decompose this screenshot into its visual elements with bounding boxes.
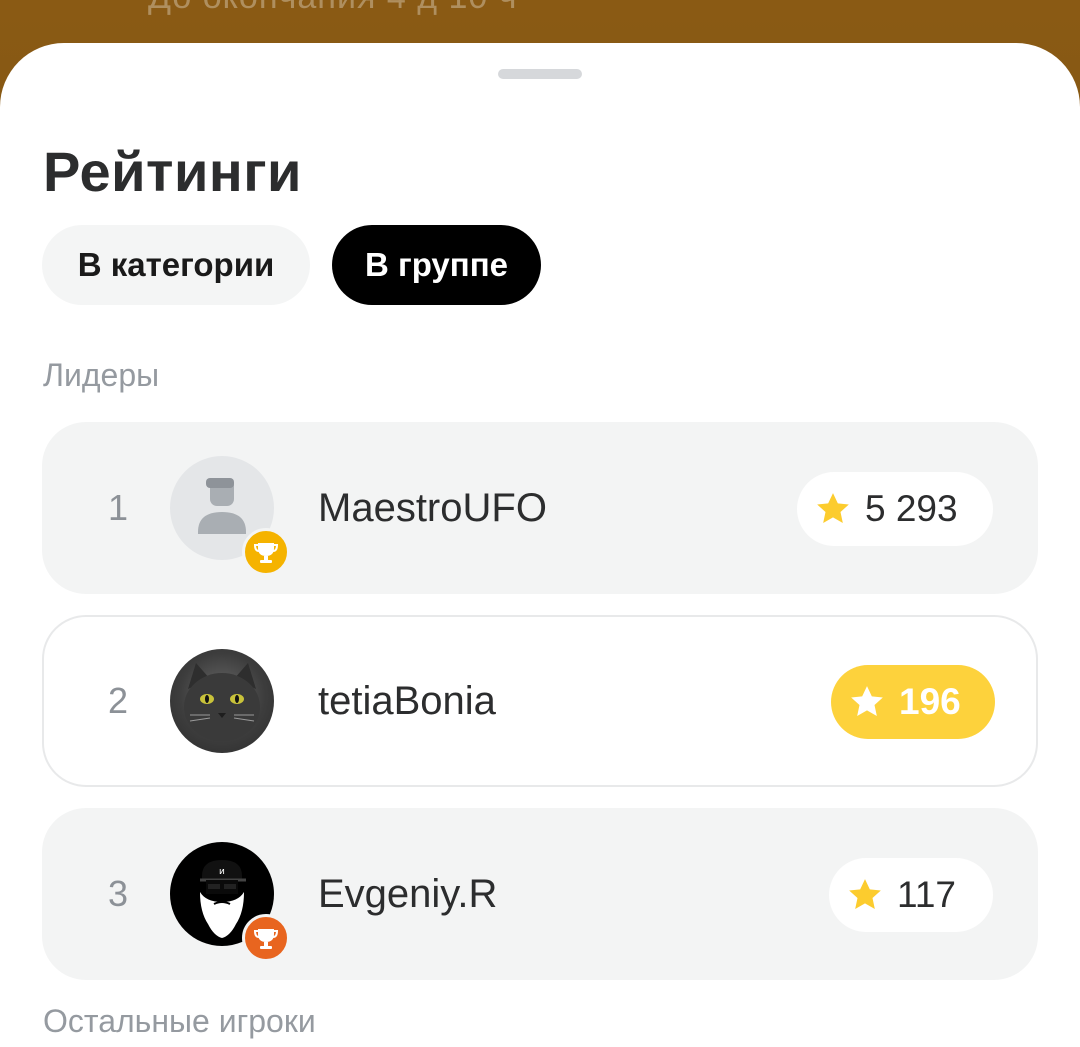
star-icon bbox=[817, 493, 849, 523]
score-badge: 196 bbox=[831, 665, 995, 739]
tab-group[interactable]: В группе bbox=[332, 225, 541, 305]
leader-row[interactable]: 3 и Evgeniy.R 117 bbox=[42, 808, 1038, 980]
player-name: MaestroUFO bbox=[318, 486, 547, 530]
score-value: 196 bbox=[899, 681, 961, 722]
player-name: Evgeniy.R bbox=[318, 872, 498, 916]
star-icon bbox=[849, 879, 881, 909]
cat-photo-icon bbox=[184, 663, 260, 741]
svg-text:и: и bbox=[219, 867, 225, 877]
leader-row-current-user[interactable]: 2 tetiaBonia 196 bbox=[42, 615, 1038, 787]
ratings-bottom-sheet: Рейтинги В категории В группе Лидеры 1 M… bbox=[0, 43, 1080, 1047]
tab-category[interactable]: В категории bbox=[42, 225, 310, 305]
avatar bbox=[170, 649, 274, 753]
leader-row[interactable]: 1 MaestroUFO 5 293 bbox=[42, 422, 1038, 594]
score-value: 117 bbox=[897, 874, 956, 915]
score-value: 5 293 bbox=[865, 488, 958, 529]
score-badge: 5 293 bbox=[797, 472, 993, 546]
bronze-trophy-icon bbox=[242, 914, 290, 962]
player-name: tetiaBonia bbox=[318, 679, 496, 723]
rank-number: 1 bbox=[107, 487, 129, 528]
score-badge: 117 bbox=[829, 858, 993, 932]
rank-number: 2 bbox=[107, 680, 129, 721]
drag-handle[interactable] bbox=[498, 69, 582, 79]
leaders-section-label: Лидеры bbox=[43, 357, 160, 393]
countdown-text: До окончания 4 д 10 ч bbox=[148, 0, 517, 17]
rank-number: 3 bbox=[107, 873, 129, 914]
other-players-section-label: Остальные игроки bbox=[43, 1003, 316, 1039]
star-icon bbox=[851, 686, 883, 716]
gold-trophy-icon bbox=[242, 528, 290, 576]
page-title: Рейтинги bbox=[43, 140, 302, 203]
